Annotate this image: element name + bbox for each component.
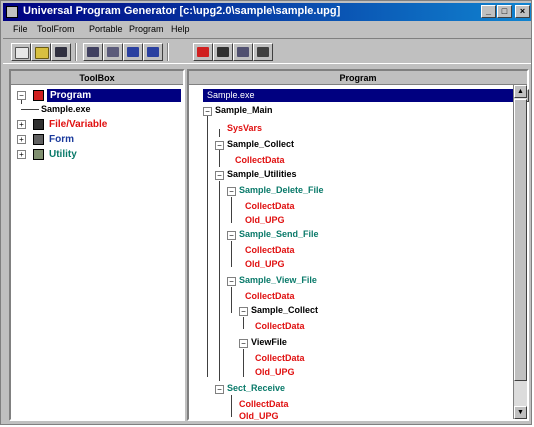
toolbox-item-label: Program [50, 90, 92, 101]
open-folder-icon[interactable] [31, 43, 51, 61]
run-icon[interactable] [253, 43, 273, 61]
expand-sample-collect-nested[interactable]: − [239, 307, 248, 316]
app-window: Universal Program Generator [c:\upg2.0\s… [0, 0, 532, 425]
menu-bar: File ToolFrom Portable Program Help [3, 22, 531, 37]
tree-node-collectdata[interactable]: CollectData [255, 352, 305, 365]
tree-connector [231, 241, 232, 267]
tree-connector [243, 349, 244, 377]
tree-node-collectdata[interactable]: CollectData [245, 244, 295, 257]
cut-icon[interactable] [83, 43, 103, 61]
scroll-thumb[interactable] [514, 99, 527, 381]
toolbar-separator [167, 43, 169, 61]
tree-node-old-upg[interactable]: Old_UPG [239, 410, 279, 423]
tree-node-sample-main[interactable]: Sample_Main [215, 104, 273, 117]
expand-viewfile[interactable]: − [239, 339, 248, 348]
expand-sample-delete-file[interactable]: − [227, 187, 236, 196]
tree-connector [219, 129, 220, 137]
tree-node-old-upg[interactable]: Old_UPG [245, 258, 285, 271]
save-icon[interactable] [51, 43, 71, 61]
toolbox-item-file-variable[interactable]: File/Variable [49, 118, 107, 131]
tree-connector [21, 100, 22, 104]
tree-node-collectdata[interactable]: CollectData [245, 290, 295, 303]
menu-file[interactable]: File [13, 24, 28, 34]
tree-node-collectdata[interactable]: CollectData [255, 320, 305, 333]
menu-portable[interactable]: Portable [89, 24, 123, 34]
delete-icon[interactable] [193, 43, 213, 61]
file-variable-icon [33, 119, 44, 130]
form-icon [33, 134, 44, 145]
expand-sample-collect[interactable]: − [215, 141, 224, 150]
program-dropdown[interactable]: Sample.exe ▼ [203, 89, 529, 102]
toolbox-item-program[interactable]: Program [47, 89, 181, 102]
title-bar[interactable]: Universal Program Generator [c:\upg2.0\s… [3, 3, 531, 21]
tree-node-sample-send-file[interactable]: Sample_Send_File [239, 228, 319, 241]
expand-sample-utilities[interactable]: − [215, 171, 224, 180]
tree-node-sample-collect[interactable]: Sample_Collect [251, 304, 318, 317]
tree-node-sample-collect[interactable]: Sample_Collect [227, 138, 294, 151]
redo-icon[interactable] [143, 43, 163, 61]
undo-icon[interactable] [123, 43, 143, 61]
expand-file-variable[interactable]: + [17, 120, 26, 129]
tree-node-sample-utilities[interactable]: Sample_Utilities [227, 168, 297, 181]
toolbox-item-utility[interactable]: Utility [49, 148, 77, 161]
expand-program[interactable]: − [17, 91, 26, 100]
program-header: Program [189, 71, 527, 85]
tree-connector [231, 287, 232, 313]
window-title: Universal Program Generator [c:\upg2.0\s… [23, 5, 341, 17]
vertical-scrollbar[interactable]: ▲ ▼ [513, 85, 527, 419]
program-dropdown-value: Sample.exe [207, 90, 255, 100]
tree-connector [243, 317, 244, 329]
tree-connector [207, 111, 208, 377]
app-icon [6, 6, 18, 18]
toolbox-panel: ToolBox − Program Sample.exe + File/Vari… [9, 69, 185, 421]
tree-node-sample-view-file[interactable]: Sample_View_File [239, 274, 317, 287]
expand-sample-main[interactable]: − [203, 107, 212, 116]
expand-sample-send-file[interactable]: − [227, 231, 236, 240]
menu-toolfrom[interactable]: ToolFrom [37, 24, 75, 34]
tree-node-collectdata[interactable]: CollectData [245, 200, 295, 213]
tree-connector [231, 197, 232, 223]
tree-node-old-upg[interactable]: Old_UPG [255, 366, 295, 379]
build-icon[interactable] [233, 43, 253, 61]
menu-program[interactable]: Program [129, 24, 164, 34]
utility-icon [33, 149, 44, 160]
minimize-button[interactable]: _ [481, 5, 496, 18]
tree-node-sysvars[interactable]: SysVars [227, 122, 262, 135]
maximize-button[interactable]: □ [497, 5, 512, 18]
toolbox-item-sample-exe[interactable]: Sample.exe [41, 103, 91, 116]
copy-icon[interactable] [103, 43, 123, 61]
expand-form[interactable]: + [17, 135, 26, 144]
toolbar [3, 38, 531, 64]
toolbox-item-form[interactable]: Form [49, 133, 74, 146]
scroll-up-button[interactable]: ▲ [514, 85, 527, 98]
tree-node-viewfile[interactable]: ViewFile [251, 336, 287, 349]
tree-connector [231, 395, 232, 417]
scroll-down-button[interactable]: ▼ [514, 406, 527, 419]
close-button[interactable]: × [515, 5, 530, 18]
tree-node-old-upg[interactable]: Old_UPG [245, 214, 285, 227]
expand-utility[interactable]: + [17, 150, 26, 159]
expand-sect-receive[interactable]: − [215, 385, 224, 394]
properties-icon[interactable] [213, 43, 233, 61]
program-panel: Program Sample.exe ▼ − Sample_Main SysVa… [187, 69, 529, 421]
toolbar-separator [75, 43, 77, 61]
tree-node-sect-receive[interactable]: Sect_Receive [227, 382, 285, 395]
program-icon [33, 90, 44, 101]
toolbox-header: ToolBox [11, 71, 183, 85]
menu-help[interactable]: Help [171, 24, 190, 34]
tree-node-sample-delete-file[interactable]: Sample_Delete_File [239, 184, 324, 197]
tree-node-collectdata[interactable]: CollectData [235, 154, 285, 167]
new-file-icon[interactable] [11, 43, 31, 61]
expand-sample-view-file[interactable]: − [227, 277, 236, 286]
tree-connector [219, 181, 220, 381]
tree-connector [21, 109, 39, 110]
